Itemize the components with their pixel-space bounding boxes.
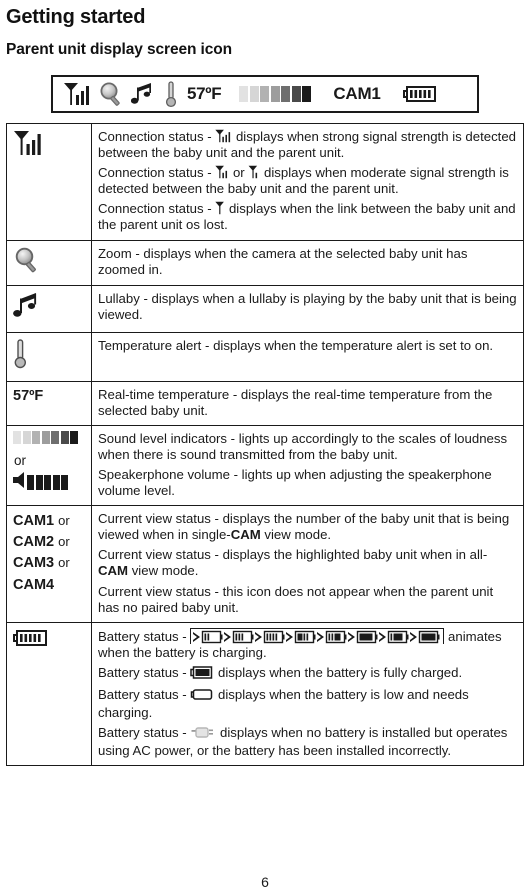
text-fragment: displays when the battery is fully charg… [214,664,463,680]
row-icon-cell [6,239,92,286]
or-separator-label: or [58,534,70,550]
row-description-cell: Lullaby - displays when a lullaby is pla… [91,284,524,333]
description-line: Connection status - displays when the li… [98,201,517,233]
description-line: Battery status - displays when the batte… [98,687,517,721]
cam-label-3: CAM3 [13,555,55,572]
signal-medium-icon [215,165,229,180]
row-icon-cell [6,621,92,767]
cam-label-list: CAM1 or CAM2 or CAM3 or CAM4 [13,511,85,596]
row-icon-cell [6,123,92,241]
text-fragment: Connection status - [98,201,216,217]
text-fragment-bold: CAM [230,527,261,543]
row-icon-cell: 57ºF [6,380,92,426]
description-line: Current view status - this icon does not… [98,583,494,615]
description-line: Battery status - displays when the batte… [98,665,517,683]
volume-bars-icon [27,474,68,490]
battery-full-icon [13,629,49,652]
table-row: Zoom - displays when the camera at the s… [6,239,524,286]
row-icon-cell [6,284,92,333]
row-description-cell: Zoom - displays when the camera at the s… [91,239,524,286]
row-description-cell: Real-time temperature - displays the rea… [91,380,524,426]
cam-label-4: CAM4 [13,576,55,593]
row-icon-cell [6,331,92,382]
text-fragment: Battery status - [98,628,191,644]
sound-level-bars-icon [13,430,78,444]
or-separator-label: or [14,452,27,468]
zoom-magnifier-icon [98,81,124,107]
description-line: Real-time temperature - displays the rea… [98,386,493,418]
display-temperature: 57ºF [187,84,222,103]
parent-unit-display-strip: 57ºF CAM1 [51,75,479,113]
signal-strength-icon [63,81,91,107]
thermometer-icon [164,80,178,108]
sound-level-bars-icon [239,86,312,102]
lullaby-music-note-icon [13,292,41,325]
description-line: Connection status - or displays when mod… [98,165,517,197]
signal-weak-icon [248,165,260,180]
page-number: 6 [261,874,269,890]
or-separator-label: or [58,555,70,571]
description-line: Lullaby - displays when a lullaby is pla… [98,290,517,322]
or-separator-label: or [58,513,70,529]
table-row: or Sound level indicators - lights up ac… [6,424,524,507]
row-description-cell: Current view status - displays the numbe… [91,505,524,623]
thermometer-icon [13,338,29,374]
description-line: Current view status - displays the numbe… [98,511,517,543]
text-fragment: Battery status - [98,686,191,702]
signal-strong-icon [215,129,232,144]
description-line: Sound level indicators - lights up accor… [98,430,508,462]
description-line: Temperature alert - displays when the te… [98,337,494,353]
row-icon-cell: CAM1 or CAM2 or CAM3 or CAM4 [6,505,92,623]
zoom-magnifier-icon [13,247,41,278]
signal-strength-icon [13,131,43,161]
section-title: Parent unit display screen icon [6,41,233,58]
row-icon-cell: or [6,424,92,507]
table-row: Lullaby - displays when a lullaby is pla… [6,284,524,333]
table-row: Connection status - displays when strong… [6,123,524,241]
battery-charging-animation-icon [190,627,445,644]
text-fragment: Connection status - [98,129,216,144]
table-row: Battery status - animates when the batte… [6,621,524,767]
row-description-cell: Sound level indicators - lights up accor… [91,424,524,507]
row-description-cell: Connection status - displays when strong… [91,123,524,241]
text-fragment: Current view status - displays the highl… [98,547,488,563]
text-fragment: Battery status - [98,725,191,741]
temperature-value-label: 57ºF [13,387,44,404]
description-line: Battery status - animates when the batte… [98,627,517,661]
battery-full-icon [402,84,437,104]
text-fragment: Battery status - [98,664,191,680]
text-fragment: or [229,165,249,181]
battery-none-icon [190,726,216,743]
signal-none-icon [215,201,225,216]
display-strip-container: 57ºF CAM1 [0,59,530,123]
text-fragment: Connection status - [98,165,216,181]
description-line: Zoom - displays when the camera at the s… [98,245,468,277]
description-line: Current view status - displays the highl… [98,547,517,579]
manual-page: Getting started Parent unit display scre… [0,0,530,894]
battery-empty-icon [190,688,214,705]
cam-label-1: CAM1 [13,513,55,530]
icon-legend-table: Connection status - displays when strong… [6,123,524,767]
text-fragment-bold: CAM [98,563,129,579]
display-camera-label: CAM1 [333,84,381,103]
table-row: CAM1 or CAM2 or CAM3 or CAM4 Current vie… [6,505,524,623]
description-line: Battery status - displays when no batter… [98,725,517,759]
battery-full-small-icon [190,666,214,683]
cam-label-2: CAM2 [13,534,55,551]
row-description-cell: Battery status - animates when the batte… [91,621,524,767]
description-line: Connection status - displays when strong… [98,129,517,161]
table-row: 57ºF Real-time temperature - displays th… [6,380,524,426]
lullaby-music-note-icon [131,81,155,107]
row-description-cell: Temperature alert - displays when the te… [91,331,524,382]
speaker-icon [13,471,26,493]
description-line: Speakerphone volume - lights up when adj… [98,466,492,499]
table-row: Temperature alert - displays when the te… [6,331,524,382]
text-fragment: view mode. [128,563,199,579]
page-title: Getting started [6,6,146,28]
text-fragment: view mode. [260,527,332,543]
speakerphone-volume-icon [13,471,68,493]
